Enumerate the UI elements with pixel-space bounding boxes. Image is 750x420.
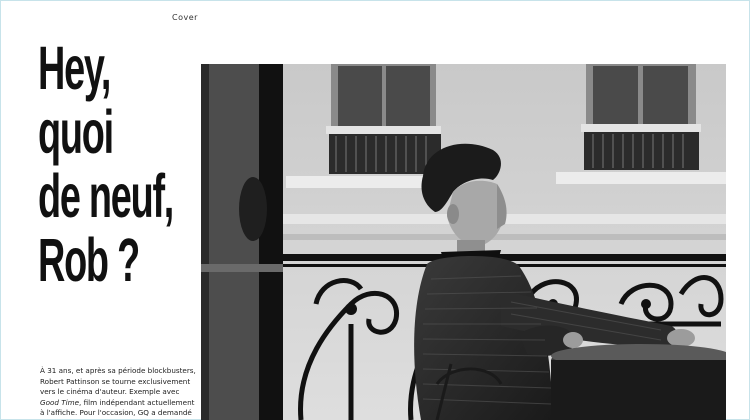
headline: Hey, quoi de neuf, Rob ? — [38, 34, 174, 294]
headline-line-1: Hey, — [38, 34, 111, 102]
bistro-table — [551, 344, 726, 420]
intro-paragraph: À 31 ans, et après sa période blockbuste… — [40, 366, 200, 419]
intro-line-1: À 31 ans, et après sa période blockbuste… — [40, 366, 196, 375]
window-right — [581, 64, 701, 170]
intro-line-4-rest: , film indépendant actuellement — [79, 397, 195, 407]
section-label: Cover — [172, 13, 198, 22]
intro-line-3: vers le cinéma d'auteur. Exemple avec — [40, 387, 180, 397]
photo-illustration — [201, 64, 726, 420]
headline-line-4: Rob ? — [38, 226, 140, 294]
cover-photo — [201, 64, 726, 420]
headline-line-2: quoi — [38, 98, 114, 166]
headline-line-3: de neuf, — [38, 162, 174, 230]
intro-line-4: Good Time, film indépendant actuellement — [40, 398, 200, 409]
window-left — [326, 64, 441, 174]
intro-line-5: à l'affiche. Pour l'occasion, GQ a deman… — [40, 408, 192, 418]
intro-line-2: Robert Pattinson se tourne exclusivement — [40, 376, 191, 386]
film-title: Good Time — [40, 397, 80, 407]
